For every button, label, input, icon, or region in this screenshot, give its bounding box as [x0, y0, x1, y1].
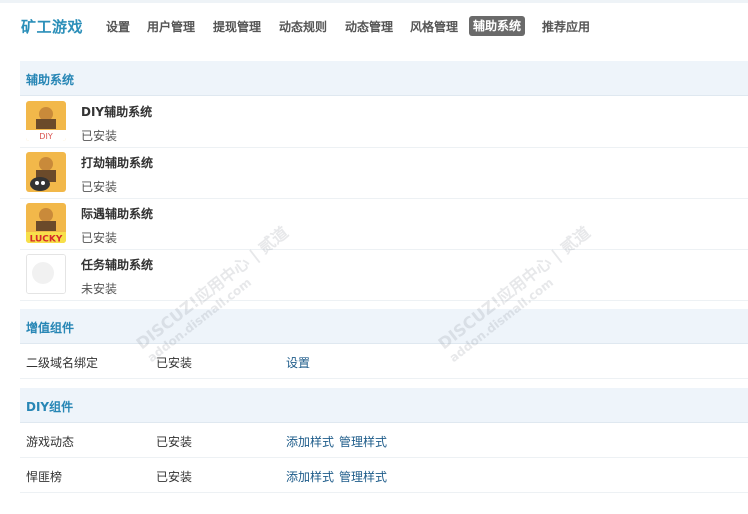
- add-style-link[interactable]: 添加样式: [286, 470, 334, 484]
- diy-section-header: DIY组件: [20, 388, 748, 423]
- manage-style-link[interactable]: 管理样式: [339, 470, 387, 484]
- app-title: 矿工游戏: [21, 18, 84, 36]
- table-row: 游戏动态 已安装 添加样式 管理样式: [20, 423, 748, 458]
- plugin-name: 任务辅助系统: [81, 258, 154, 272]
- plugin-name: DIY辅助系统: [81, 105, 153, 119]
- diy-section-title: DIY组件: [26, 400, 74, 414]
- settings-link[interactable]: 设置: [286, 356, 310, 370]
- rob-plugin-icon: [26, 152, 66, 192]
- plugin-name: 打劫辅助系统: [81, 156, 154, 170]
- tab-feed-rules[interactable]: 动态规则: [275, 17, 331, 37]
- table-row: 悍匪榜 已安装 添加样式 管理样式: [20, 458, 748, 493]
- tab-user-management[interactable]: 用户管理: [143, 17, 199, 37]
- tab-style-management[interactable]: 风格管理: [406, 17, 462, 37]
- tab-settings[interactable]: 设置: [102, 17, 134, 37]
- plugin-status: 已安装: [81, 129, 118, 143]
- tab-aux-system[interactable]: 辅助系统: [469, 16, 526, 36]
- plugin-row-lucky[interactable]: LUCKY 际遇辅助系统 已安装: [20, 199, 748, 250]
- tab-feed-management[interactable]: 动态管理: [341, 17, 397, 37]
- component-status: 已安装: [156, 470, 193, 484]
- component-name: 悍匪榜: [26, 470, 63, 484]
- lucky-plugin-icon: LUCKY: [26, 203, 66, 243]
- aux-section-title: 辅助系统: [26, 73, 75, 87]
- add-style-link[interactable]: 添加样式: [286, 435, 334, 449]
- component-name: 二级域名绑定: [26, 356, 99, 370]
- component-status: 已安装: [156, 435, 193, 449]
- task-plugin-icon: [26, 254, 66, 294]
- plugin-row-task[interactable]: 任务辅助系统 未安装: [20, 250, 748, 301]
- plugin-status: 未安装: [81, 282, 118, 296]
- svg-text:DIY: DIY: [39, 132, 53, 141]
- svg-text:LUCKY: LUCKY: [30, 235, 63, 244]
- plugin-row-diy[interactable]: DIY DIY辅助系统 已安装: [20, 97, 748, 148]
- table-row: 二级域名绑定 已安装 设置: [20, 344, 748, 379]
- tab-withdraw-management[interactable]: 提现管理: [209, 17, 265, 37]
- plugin-name: 际遇辅助系统: [81, 207, 154, 221]
- diy-plugin-icon: DIY: [26, 101, 66, 141]
- aux-section-header: 辅助系统: [20, 61, 748, 96]
- plugin-status: 已安装: [81, 231, 118, 245]
- value-section-title: 增值组件: [26, 321, 75, 335]
- plugin-status: 已安装: [81, 180, 118, 194]
- plugin-row-rob[interactable]: 打劫辅助系统 已安装: [20, 148, 748, 199]
- tab-recommended-apps[interactable]: 推荐应用: [538, 17, 594, 37]
- component-name: 游戏动态: [26, 435, 75, 449]
- value-section-header: 增值组件: [20, 309, 748, 344]
- top-nav: 矿工游戏 设置 用户管理 提现管理 动态规则 动态管理 风格管理 辅助系统 推荐…: [0, 0, 748, 58]
- manage-style-link[interactable]: 管理样式: [339, 435, 387, 449]
